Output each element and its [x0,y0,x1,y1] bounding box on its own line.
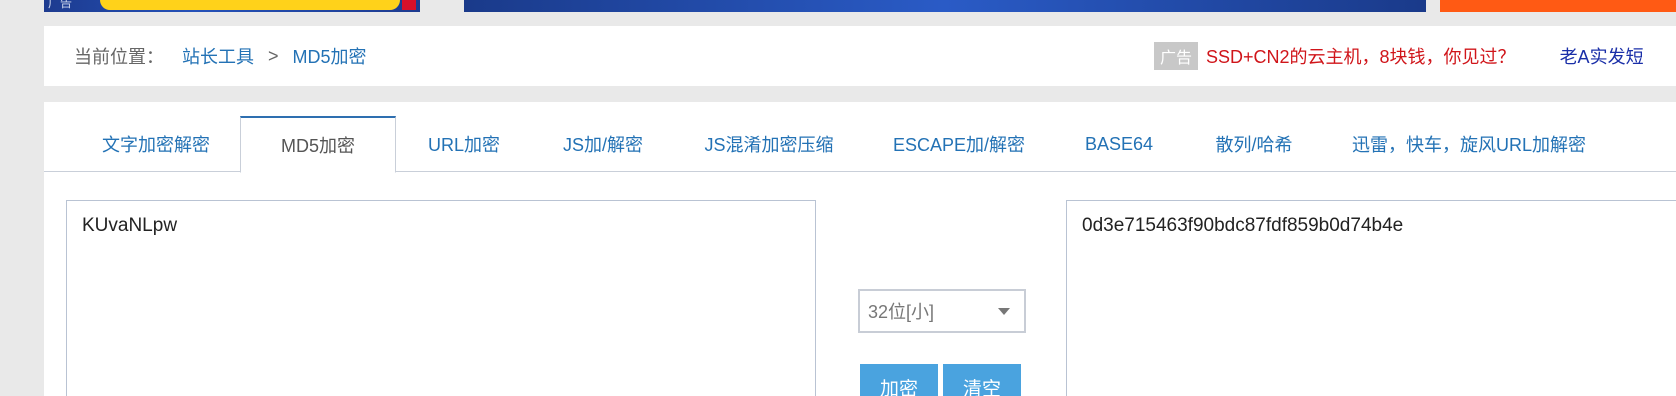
ad-banner-left[interactable]: 广告 [44,0,420,12]
clear-button[interactable]: 清空 [943,364,1021,396]
encrypt-button[interactable]: 加密 [860,364,938,396]
ad-badge: 广告 [1154,42,1199,70]
top-ad-strip: 广告 [0,0,1676,12]
chevron-down-icon [998,308,1010,315]
breadcrumb-current-link[interactable]: MD5加密 [293,43,367,69]
plaintext-input[interactable]: KUvaNLpw [66,200,816,396]
breadcrumb-home-link[interactable]: 站长工具 [182,43,254,69]
tab-text-encrypt[interactable]: 文字加密解密 [76,116,236,172]
breadcrumb-bar: 当前位置： 站长工具 > MD5加密 广告 SSD+CN2的云主机，8块钱，你见… [44,26,1676,86]
header-ad: 广告 SSD+CN2的云主机，8块钱，你见过？ 老A实发短 [1154,26,1644,86]
ad-close-icon[interactable] [402,0,416,10]
md5-mode-selected: 32位[小] [868,302,935,322]
header-ad-link-red[interactable]: SSD+CN2的云主机，8块钱，你见过？ [1206,43,1516,69]
ad-banner-graphic [100,0,400,10]
header-ad-link-blue[interactable]: 老A实发短 [1560,43,1644,69]
ad-tag: 广告 [48,0,73,10]
tool-tabs: 文字加密解密 MD5加密 URL加密 JS加/解密 JS混淆加密压缩 ESCAP… [44,116,1676,173]
tab-thunder-url[interactable]: 迅雷，快车，旋风URL加解密 [1334,116,1604,172]
ad-banner-middle[interactable] [464,0,1426,12]
tab-url-encrypt[interactable]: URL加密 [404,116,524,172]
breadcrumb-label: 当前位置： [74,47,164,67]
md5-output[interactable]: 0d3e715463f90bdc87fdf859b0d74b4e [1066,200,1676,396]
tab-md5[interactable]: MD5加密 [240,116,396,173]
breadcrumb-separator: > [268,45,279,66]
tab-js-obfuscate[interactable]: JS混淆加密压缩 [684,116,854,172]
breadcrumb: 当前位置： 站长工具 > MD5加密 [74,26,367,86]
ad-banner-right[interactable] [1440,0,1676,12]
tab-base64[interactable]: BASE64 [1064,116,1174,172]
md5-mode-select[interactable]: 32位[小] [858,289,1026,333]
tab-escape[interactable]: ESCAPE加/解密 [874,116,1044,172]
tab-hash[interactable]: 散列/哈希 [1194,116,1314,172]
page: 广告 当前位置： 站长工具 > MD5加密 广告 SSD+CN2的云主机，8块钱… [0,0,1676,396]
tab-js-encrypt[interactable]: JS加/解密 [538,116,668,172]
